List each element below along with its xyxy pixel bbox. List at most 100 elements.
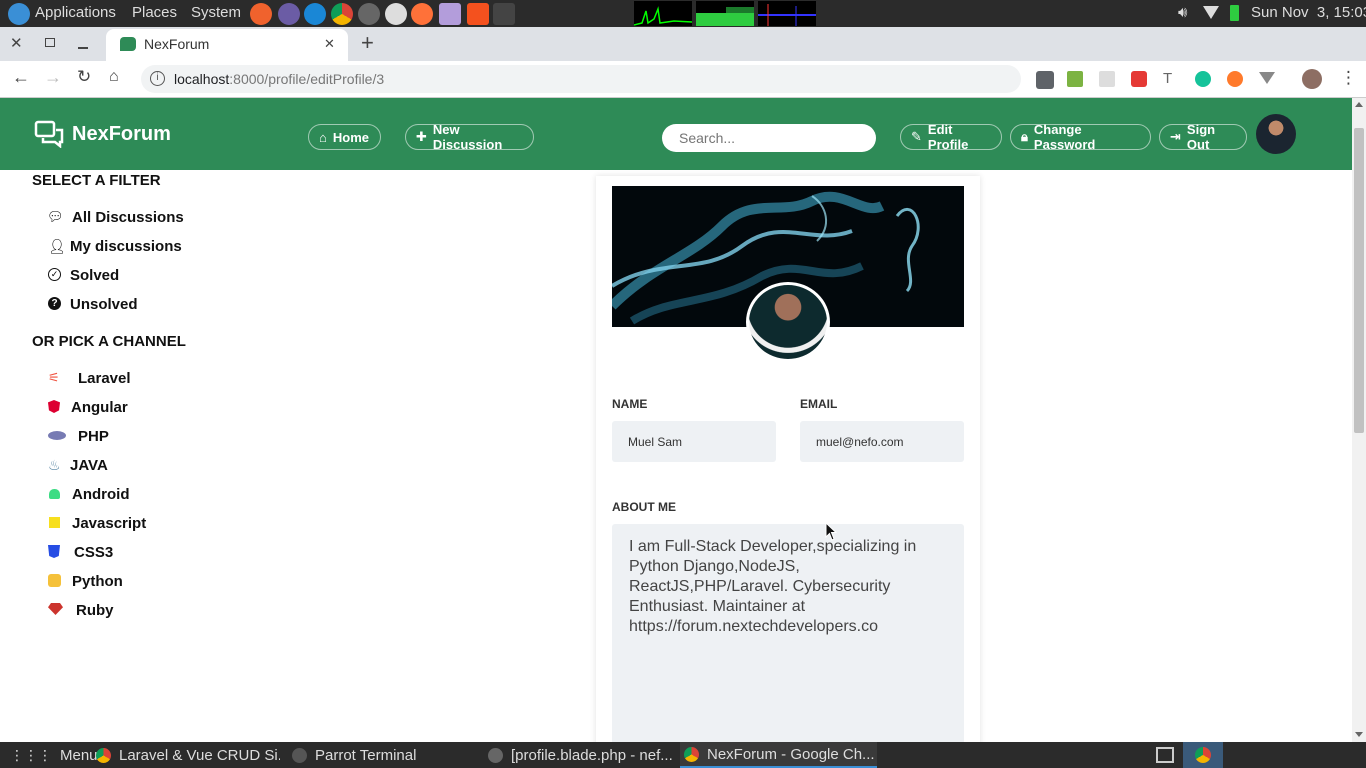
scrollbar-thumb[interactable]	[1354, 128, 1364, 433]
comments-icon: 💬︎	[47, 209, 64, 224]
filter-solved[interactable]: Solved	[70, 267, 119, 284]
new-discussion-button[interactable]: ✚ New Discussion	[405, 122, 534, 152]
email-input[interactable]: muel@nefo.com	[800, 421, 964, 462]
taskbar-window-item[interactable]: Parrot Terminal	[292, 742, 482, 768]
workspace-icon[interactable]	[1156, 747, 1174, 763]
user-icon: 👤︎	[48, 238, 66, 254]
brand-logo-icon[interactable]	[34, 120, 64, 148]
terminal-launcher-icon[interactable]	[493, 3, 515, 25]
grammarly-icon[interactable]	[1195, 71, 1211, 87]
menu-label: Menu	[60, 746, 98, 764]
minimize-window-icon[interactable]	[78, 47, 88, 49]
new-discussion-label: New Discussion	[432, 122, 503, 152]
extension-icon[interactable]: T	[1163, 70, 1172, 87]
extension-icon[interactable]	[1036, 71, 1054, 89]
new-tab-button[interactable]: +	[361, 30, 374, 56]
menu-places[interactable]: Places	[132, 4, 177, 21]
extension-icon[interactable]	[1131, 71, 1147, 87]
home-icon[interactable]: ⌂	[109, 68, 119, 86]
extension-icon[interactable]	[1259, 72, 1275, 84]
lock-icon: 🔒︎	[1021, 129, 1028, 144]
php-icon	[48, 431, 66, 440]
launcher-icon[interactable]	[467, 3, 489, 25]
launcher-icon[interactable]	[250, 3, 272, 25]
change-password-button[interactable]: 🔒︎ Change Password	[1010, 122, 1151, 152]
launcher-icon[interactable]	[439, 3, 461, 25]
channel-css3[interactable]: CSS3	[74, 544, 113, 561]
launcher-icon[interactable]	[385, 3, 407, 25]
home-button[interactable]: ⌂ Home	[308, 124, 381, 150]
taskbar-menu-button[interactable]: ⋮⋮⋮ Menu	[10, 742, 98, 768]
channel-java[interactable]: JAVA	[70, 457, 108, 474]
taskbar-window-item-active[interactable]: NexForum - Google Ch...	[680, 742, 877, 768]
menu-applications[interactable]: Applications	[35, 4, 116, 21]
url-text[interactable]: localhost:8000/profile/editProfile/3	[174, 71, 384, 87]
info-icon[interactable]: i	[150, 71, 165, 86]
channel-heading: OR PICK A CHANNEL	[32, 333, 186, 350]
name-input[interactable]: Muel Sam	[612, 421, 776, 462]
close-window-icon[interactable]: ✕	[10, 34, 23, 52]
filter-all-discussions[interactable]: All Discussions	[72, 209, 184, 226]
css3-icon	[48, 545, 60, 558]
user-avatar[interactable]	[1256, 114, 1296, 154]
name-label: NAME	[612, 397, 648, 411]
sign-out-button[interactable]: ⇥ Sign Out	[1159, 122, 1247, 152]
os-taskbar: ⋮⋮⋮ Menu Laravel & Vue CRUD Si... Parrot…	[0, 742, 1366, 768]
filter-my-discussions[interactable]: My discussions	[70, 238, 182, 255]
edit-profile-button[interactable]: ✎ Edit Profile	[900, 122, 1002, 152]
address-bar[interactable]: i localhost:8000/profile/editProfile/3	[141, 65, 1021, 93]
channel-android[interactable]: Android	[72, 486, 130, 503]
about-textarea[interactable]: I am Full-Stack Developer,specializing i…	[612, 524, 964, 744]
scroll-up-icon[interactable]	[1355, 102, 1363, 107]
window-title: NexForum - Google Ch...	[707, 745, 875, 763]
edit-icon: ✎	[911, 129, 922, 144]
editor-icon	[488, 747, 503, 763]
sign-out-label: Sign Out	[1186, 122, 1216, 152]
python-icon	[48, 574, 61, 587]
back-icon[interactable]: ←	[12, 67, 30, 88]
launcher-icon[interactable]	[358, 3, 380, 25]
firefox-launcher-icon[interactable]	[411, 3, 433, 25]
forward-icon[interactable]: →	[44, 67, 62, 88]
os-top-panel: Applications Places System 🔊︎ Sun Nov 3,…	[0, 0, 1366, 27]
reload-icon[interactable]: ↻	[77, 67, 91, 87]
chrome-menu-icon[interactable]: ⋮	[1340, 68, 1357, 88]
home-label: Home	[332, 129, 369, 145]
channel-php[interactable]: PHP	[78, 428, 109, 445]
taskbar-window-item[interactable]: [profile.blade.php - nef...	[488, 742, 674, 768]
battery-icon[interactable]	[1230, 5, 1239, 21]
brand-name[interactable]: NexForum	[72, 123, 171, 146]
menu-system[interactable]: System	[191, 4, 241, 21]
channel-laravel[interactable]: Laravel	[78, 370, 131, 387]
extension-icon[interactable]	[1067, 71, 1083, 87]
channel-python[interactable]: Python	[72, 573, 123, 590]
channel-javascript[interactable]: Javascript	[72, 515, 146, 532]
question-circle-icon: ?	[48, 297, 61, 310]
taskbar-window-item[interactable]: Laravel & Vue CRUD Si...	[96, 742, 280, 768]
chrome-launcher-icon[interactable]	[331, 3, 353, 25]
tab-favicon-icon	[120, 37, 136, 51]
clock[interactable]: Sun Nov 3, 15:03	[1251, 4, 1366, 21]
scroll-down-icon[interactable]	[1355, 732, 1363, 737]
extension-icon[interactable]	[1099, 71, 1115, 87]
volume-icon[interactable]: 🔊︎	[1178, 4, 1187, 21]
profile-avatar[interactable]	[1302, 69, 1322, 89]
channel-angular[interactable]: Angular	[71, 399, 128, 416]
filter-heading: SELECT A FILTER	[32, 172, 161, 189]
window-title: Parrot Terminal	[315, 746, 417, 764]
memory-graph	[696, 1, 754, 26]
channel-ruby[interactable]: Ruby	[76, 602, 114, 619]
wifi-icon[interactable]	[1203, 6, 1219, 19]
profile-avatar-large[interactable]	[746, 282, 830, 362]
page-scrollbar[interactable]	[1352, 98, 1366, 742]
parrot-logo-icon[interactable]	[8, 3, 30, 25]
search-input[interactable]	[662, 124, 876, 152]
launcher-icon[interactable]	[304, 3, 326, 25]
browser-tab-active[interactable]: NexForum ✕	[106, 29, 348, 61]
extension-icon[interactable]	[1227, 71, 1243, 87]
filter-unsolved[interactable]: Unsolved	[70, 296, 138, 313]
network-graph	[758, 1, 816, 26]
restore-window-icon[interactable]	[45, 38, 55, 47]
tab-close-icon[interactable]: ✕	[324, 36, 335, 52]
launcher-icon[interactable]	[278, 3, 300, 25]
